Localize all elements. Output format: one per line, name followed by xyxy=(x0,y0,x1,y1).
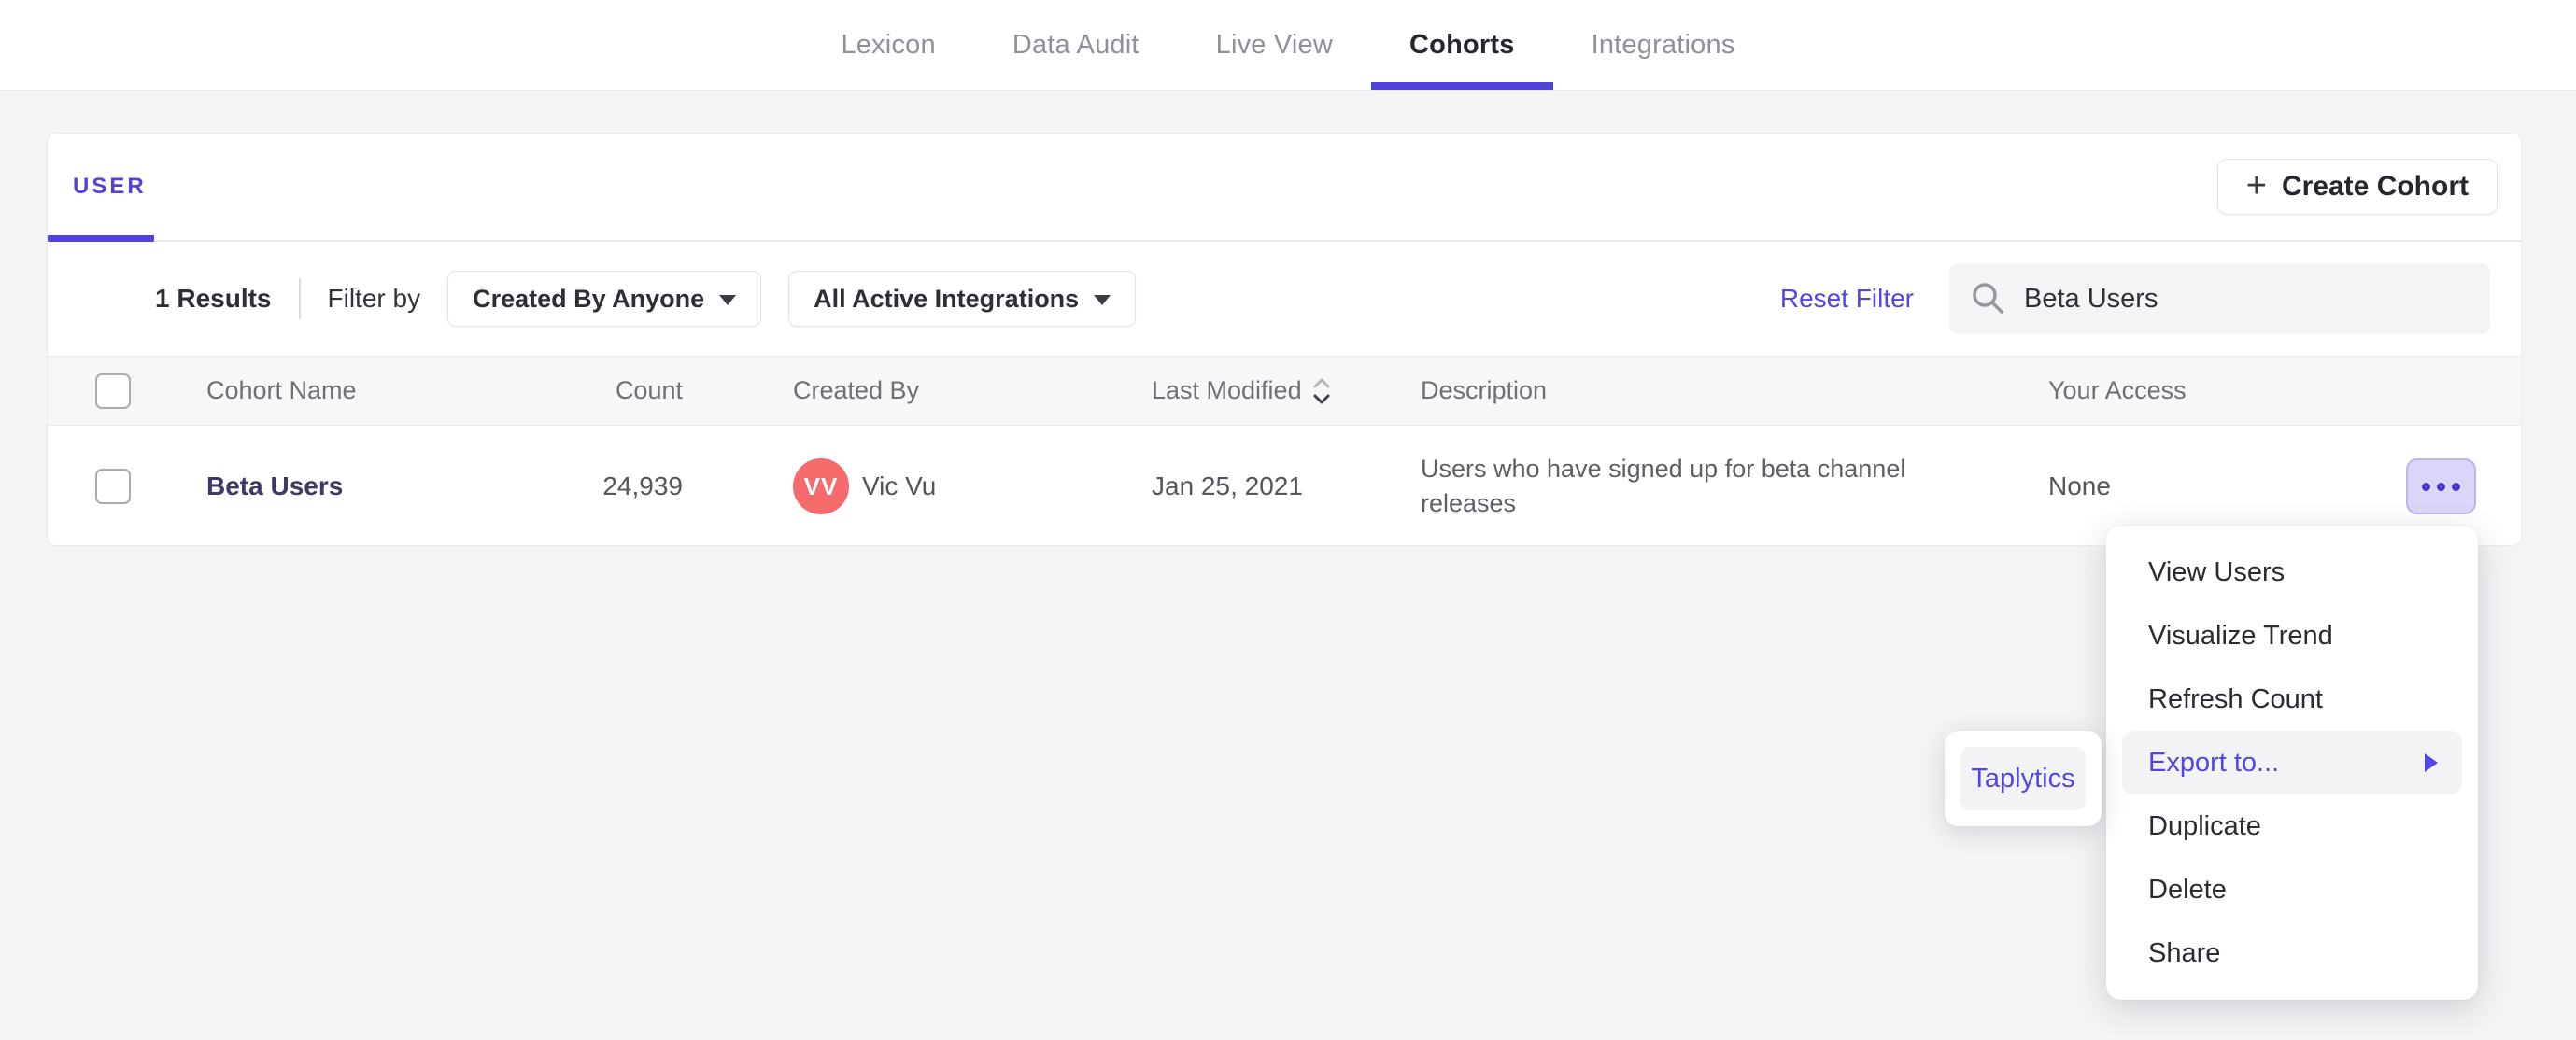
row-checkbox[interactable] xyxy=(95,469,131,504)
column-header-created-by[interactable]: Created By xyxy=(683,376,1152,405)
integrations-dropdown-label: All Active Integrations xyxy=(814,284,1080,313)
cohorts-panel: USER + Create Cohort 1 Results Filter by… xyxy=(47,133,2522,546)
actions-cell xyxy=(2406,458,2476,514)
row-actions-button[interactable] xyxy=(2406,458,2476,514)
results-count: 1 Results xyxy=(155,284,272,313)
row-checkbox-cell xyxy=(48,469,206,504)
menu-item-refresh-count[interactable]: Refresh Count xyxy=(2122,668,2462,731)
row-context-menu: View Users Visualize Trend Refresh Count… xyxy=(2106,526,2478,1000)
menu-item-export-to[interactable]: Export to... xyxy=(2122,731,2462,794)
menu-item-visualize-trend[interactable]: Visualize Trend xyxy=(2122,604,2462,668)
access-cell: None xyxy=(2048,471,2111,500)
column-header-last-modified[interactable]: Last Modified xyxy=(1152,376,1421,406)
avatar: VV xyxy=(793,458,849,514)
ellipsis-icon xyxy=(2437,482,2445,491)
search-input[interactable] xyxy=(2024,283,2470,315)
created-by-dropdown-label: Created By Anyone xyxy=(473,284,705,313)
menu-item-share[interactable]: Share xyxy=(2122,921,2462,985)
menu-item-view-users[interactable]: View Users xyxy=(2122,541,2462,604)
reset-filter-link[interactable]: Reset Filter xyxy=(1780,284,1914,314)
create-cohort-label: Create Cohort xyxy=(2281,171,2469,202)
export-submenu: Taplytics xyxy=(1945,731,2102,826)
nav-tab-lexicon[interactable]: Lexicon xyxy=(802,0,973,90)
nav-tab-integrations[interactable]: Integrations xyxy=(1553,0,1774,90)
nav-tab-cohorts[interactable]: Cohorts xyxy=(1371,0,1553,90)
ellipsis-icon xyxy=(2422,482,2430,491)
filter-bar-left: 1 Results Filter by Created By Anyone Al… xyxy=(155,271,1137,327)
last-modified-cell: Jan 25, 2021 xyxy=(1152,471,1303,500)
created-by-dropdown[interactable]: Created By Anyone xyxy=(447,271,762,327)
description-cell: Users who have signed up for beta channe… xyxy=(1421,455,1906,517)
menu-item-export-to-label: Export to... xyxy=(2148,747,2280,778)
table-header: Cohort Name Count Created By Last Modifi… xyxy=(48,356,2521,426)
filter-bar-right: Reset Filter xyxy=(1780,263,2521,334)
filter-bar: 1 Results Filter by Created By Anyone Al… xyxy=(48,242,2521,356)
column-header-your-access[interactable]: Your Access xyxy=(2048,376,2361,405)
column-header-cohort-name[interactable]: Cohort Name xyxy=(206,376,421,405)
ellipsis-icon xyxy=(2452,482,2460,491)
chevron-down-icon xyxy=(1094,294,1111,305)
cohort-count: 24,939 xyxy=(602,471,683,500)
panel-header: USER + Create Cohort xyxy=(48,134,2521,242)
tab-user-active-underline xyxy=(48,235,154,242)
menu-item-delete[interactable]: Delete xyxy=(2122,858,2462,921)
divider xyxy=(298,278,301,319)
menu-item-duplicate[interactable]: Duplicate xyxy=(2122,794,2462,858)
submenu-arrow-icon xyxy=(2425,753,2438,772)
top-navigation: Lexicon Data Audit Live View Cohorts Int… xyxy=(0,0,2576,91)
sort-icon xyxy=(1313,378,1330,403)
submenu-item-taplytics[interactable]: Taplytics xyxy=(1960,747,2086,810)
tab-user[interactable]: USER xyxy=(73,174,147,200)
search-box[interactable] xyxy=(1949,263,2490,334)
chevron-down-icon xyxy=(719,294,737,305)
column-header-description[interactable]: Description xyxy=(1421,376,2048,405)
search-icon xyxy=(1973,283,2003,314)
created-by-cell: VV Vic Vu xyxy=(683,458,1152,514)
cohort-name-link[interactable]: Beta Users xyxy=(206,471,343,500)
nav-tab-live-view[interactable]: Live View xyxy=(1178,0,1371,90)
nav-tab-data-audit[interactable]: Data Audit xyxy=(974,0,1178,90)
column-header-last-modified-label: Last Modified xyxy=(1152,376,1302,404)
plus-icon: + xyxy=(2245,165,2267,205)
filter-by-label: Filter by xyxy=(327,284,421,313)
integrations-dropdown[interactable]: All Active Integrations xyxy=(788,271,1137,327)
header-checkbox-cell xyxy=(48,372,206,409)
column-header-count[interactable]: Count xyxy=(616,376,683,405)
created-by-name: Vic Vu xyxy=(862,471,937,500)
select-all-checkbox[interactable] xyxy=(95,372,131,409)
create-cohort-button[interactable]: + Create Cohort xyxy=(2216,159,2498,215)
